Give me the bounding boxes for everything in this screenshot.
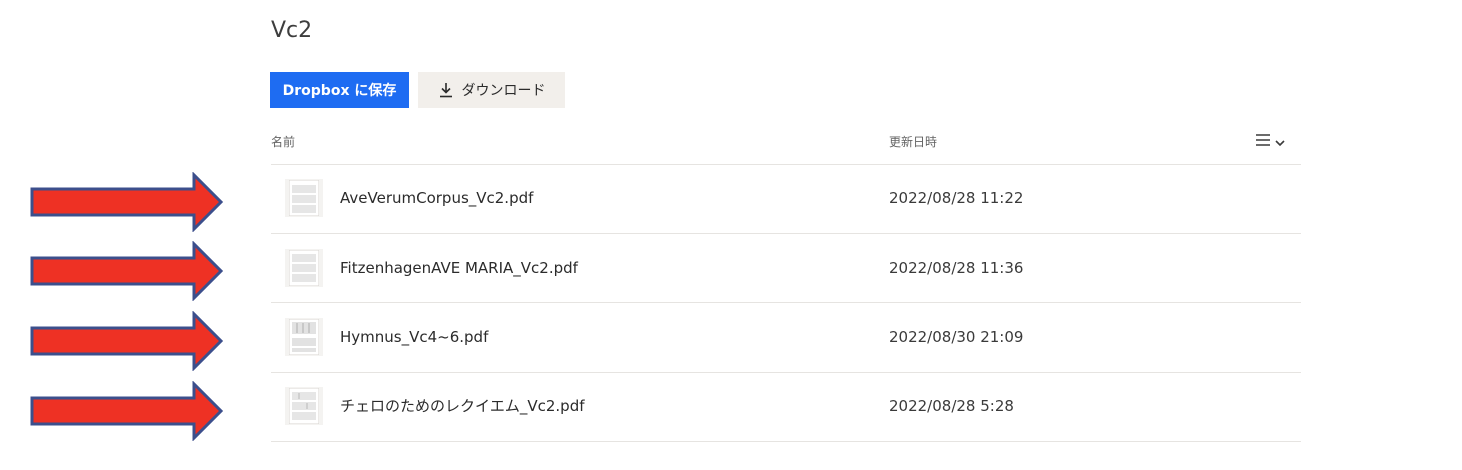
pdf-thumbnail-icon <box>285 318 323 356</box>
right-arrow-icon <box>30 241 224 301</box>
download-button[interactable]: ダウンロード <box>418 72 565 108</box>
right-arrow-icon <box>30 172 224 232</box>
pdf-thumbnail-icon <box>285 179 323 217</box>
list-view-icon <box>1255 132 1271 151</box>
file-row[interactable]: Hymnus_Vc4~6.pdf 2022/08/30 21:09 <box>271 303 1301 372</box>
file-row[interactable]: AveVerumCorpus_Vc2.pdf 2022/08/28 11:22 <box>271 164 1301 233</box>
file-modified: 2022/08/28 11:36 <box>889 259 1024 277</box>
file-row[interactable]: チェロのためのレクイエム_Vc2.pdf 2022/08/28 5:28 <box>271 372 1301 441</box>
file-modified: 2022/08/30 21:09 <box>889 328 1024 346</box>
file-modified: 2022/08/28 5:28 <box>889 397 1014 415</box>
folder-title: Vc2 <box>271 18 313 43</box>
pdf-thumbnail-icon <box>285 387 323 425</box>
right-arrow-icon <box>30 311 224 371</box>
file-name[interactable]: Hymnus_Vc4~6.pdf <box>340 303 488 372</box>
file-name[interactable]: FitzenhagenAVE MARIA_Vc2.pdf <box>340 234 578 303</box>
column-header-modified[interactable]: 更新日時 <box>889 134 937 150</box>
column-header-name[interactable]: 名前 <box>271 134 295 150</box>
file-row[interactable]: FitzenhagenAVE MARIA_Vc2.pdf 2022/08/28 … <box>271 234 1301 303</box>
save-to-dropbox-button[interactable]: Dropbox に保存 <box>270 72 409 108</box>
pdf-thumbnail-icon <box>285 249 323 287</box>
right-arrow-icon <box>30 381 224 441</box>
download-icon <box>438 82 454 98</box>
file-name[interactable]: AveVerumCorpus_Vc2.pdf <box>340 164 533 233</box>
view-toggle-button[interactable] <box>1255 131 1295 151</box>
file-name[interactable]: チェロのためのレクイエム_Vc2.pdf <box>340 372 585 441</box>
download-label: ダウンロード <box>461 83 546 99</box>
chevron-down-icon <box>1275 132 1285 151</box>
file-modified: 2022/08/28 11:22 <box>889 189 1024 207</box>
divider <box>271 441 1301 442</box>
